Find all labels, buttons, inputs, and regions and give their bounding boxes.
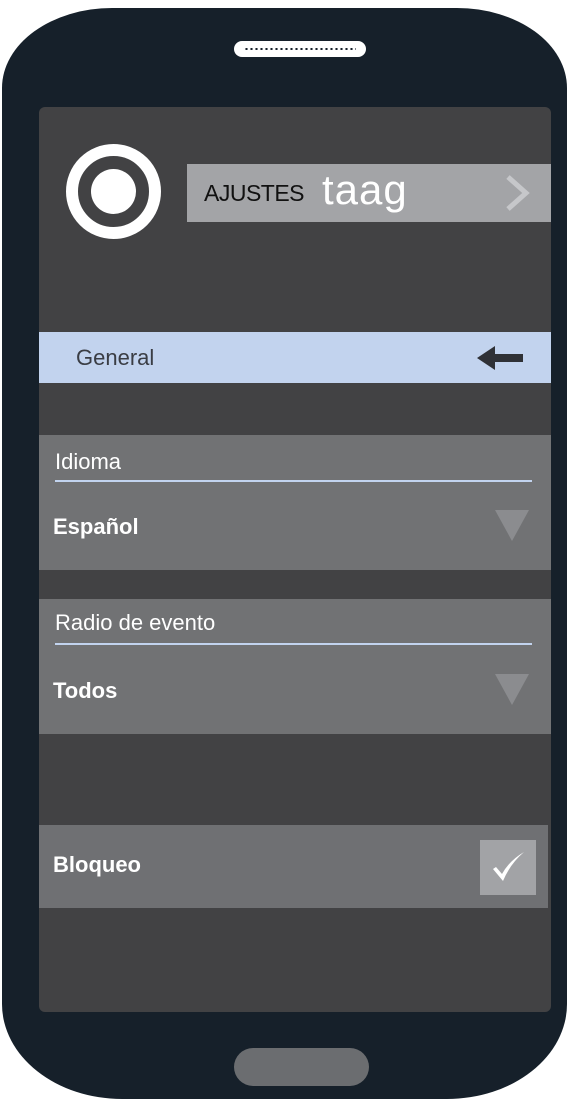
event-radius-select[interactable]: Todos <box>53 678 117 704</box>
language-label: Idioma <box>55 449 122 474</box>
page-title: AJUSTES <box>204 180 305 206</box>
brand-name: taag <box>322 166 408 213</box>
lock-label: Bloqueo <box>53 852 141 877</box>
event-radius-setting: Radio de evento Todos <box>39 599 551 734</box>
language-select[interactable]: Español <box>53 514 139 540</box>
home-button[interactable] <box>234 1048 369 1086</box>
checkmark-icon <box>493 852 524 881</box>
title-bar[interactable]: AJUSTES taag <box>187 164 551 222</box>
triangle-down-icon[interactable] <box>495 508 529 542</box>
triangle-down-icon[interactable] <box>495 672 529 706</box>
app-logo-ring-icon <box>66 144 161 239</box>
chevron-right-icon[interactable] <box>503 174 531 212</box>
settings-screen: AJUSTES taag General Idioma Español Radi… <box>39 107 551 1012</box>
lock-checkbox[interactable] <box>480 840 536 895</box>
lock-setting: Bloqueo <box>39 825 548 908</box>
divider-line <box>55 480 532 482</box>
section-label: General <box>76 345 155 370</box>
event-radius-label: Radio de evento <box>55 610 216 635</box>
language-setting: Idioma Español <box>39 435 551 570</box>
section-header-general[interactable]: General <box>39 332 551 383</box>
arrow-left-icon[interactable] <box>477 346 523 370</box>
speaker-grille <box>234 41 366 57</box>
divider-line <box>55 643 532 645</box>
